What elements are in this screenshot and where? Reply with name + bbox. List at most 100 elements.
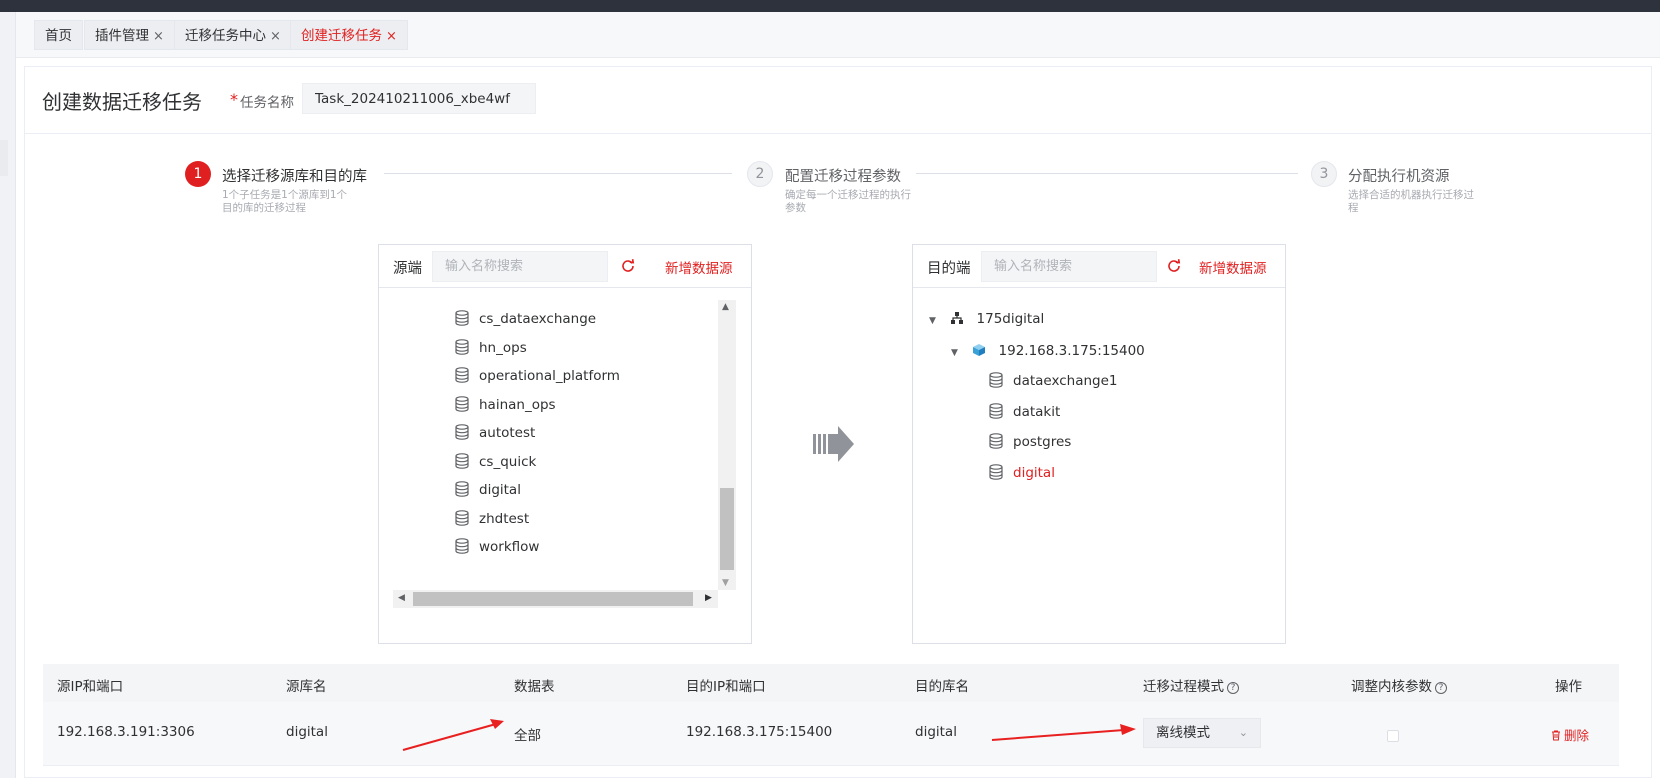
- source-db-item[interactable]: cs_quick: [455, 450, 536, 474]
- col-dst-db: 目的库名: [915, 679, 969, 695]
- horizontal-scrollbar[interactable]: ◀ ▶: [393, 590, 718, 608]
- refresh-icon[interactable]: [619, 255, 637, 277]
- cell-src-db: digital: [286, 724, 328, 740]
- source-search-input[interactable]: [432, 251, 608, 282]
- target-db-item[interactable]: postgres: [989, 430, 1071, 454]
- col-mode-label: 迁移过程模式: [1143, 679, 1224, 695]
- add-datasource-link[interactable]: 新增数据源: [665, 257, 733, 277]
- step-number: 1: [185, 161, 211, 187]
- target-db-item[interactable]: digital: [989, 461, 1055, 485]
- col-dst-ip: 目的IP和端口: [686, 679, 766, 695]
- trash-icon: [1552, 730, 1560, 741]
- tab-plugin-management[interactable]: 插件管理 ×: [84, 20, 175, 50]
- step-description: 1个子任务是1个源库到1个目的库的迁移过程: [222, 189, 348, 214]
- step-description: 确定每一个迁移过程的执行参数: [785, 189, 911, 214]
- tab-bar: 首页 插件管理 × 迁移任务中心 × 创建迁移任务 ×: [16, 12, 1660, 58]
- vertical-scrollbar[interactable]: ▲ ▼: [718, 300, 736, 590]
- help-icon[interactable]: ?: [1435, 682, 1447, 694]
- target-search-input[interactable]: [981, 251, 1157, 282]
- page-title: 创建数据迁移任务: [42, 90, 202, 114]
- db-name: cs_dataexchange: [479, 311, 597, 327]
- database-icon: [989, 402, 1003, 419]
- chevron-down-icon: ⌄: [1238, 726, 1248, 739]
- left-sidebar-edge: [0, 12, 16, 778]
- db-name: cs_quick: [479, 453, 537, 470]
- tree-root-node[interactable]: ▼ 175digital: [929, 307, 1044, 331]
- source-db-item[interactable]: zhdtest: [455, 507, 529, 531]
- scroll-up-icon[interactable]: ▲: [722, 302, 729, 312]
- scroll-left-icon[interactable]: ◀: [398, 593, 405, 603]
- tree-root-icon: [951, 312, 964, 324]
- annotation-arrow: [991, 724, 1136, 741]
- database-icon: [455, 481, 469, 497]
- cell-tables[interactable]: 全部: [514, 724, 541, 744]
- tab-label: 插件管理: [95, 28, 149, 44]
- required-mark: *: [230, 90, 238, 109]
- migration-mode-select[interactable]: 离线模式 ⌄: [1143, 718, 1261, 748]
- tree-instance-label: 192.168.3.175:15400: [998, 343, 1145, 359]
- scrollbar-thumb[interactable]: [413, 592, 693, 606]
- step-title: 分配执行机资源: [1348, 169, 1450, 185]
- database-icon: [989, 372, 1003, 388]
- target-db-item[interactable]: dataexchange1: [989, 369, 1118, 393]
- db-name: datakit: [1013, 403, 1061, 420]
- col-tables: 数据表: [514, 679, 555, 695]
- db-name: hainan_ops: [479, 396, 556, 413]
- source-label: 源端: [393, 261, 422, 277]
- source-db-item[interactable]: operational_platform: [455, 364, 620, 388]
- scroll-right-icon[interactable]: ▶: [705, 593, 712, 603]
- help-icon[interactable]: ?: [1227, 682, 1239, 694]
- col-kernel: 调整内核参数?: [1351, 675, 1447, 695]
- db-name: workflow: [479, 539, 540, 555]
- tab-label: 迁移任务中心: [185, 28, 266, 44]
- refresh-icon[interactable]: [1165, 255, 1183, 277]
- delete-label: 删除: [1564, 728, 1590, 743]
- source-panel: 源端 新增数据源 cs_dataexchange hn_ops operationa…: [378, 244, 752, 644]
- step-number: 2: [747, 161, 773, 187]
- database-icon: [455, 424, 469, 440]
- db-name: digital: [479, 482, 521, 498]
- expand-caret-icon[interactable]: ▼: [929, 316, 936, 326]
- expand-caret-icon[interactable]: ▼: [951, 348, 958, 358]
- cell-dst-db: digital: [915, 724, 957, 740]
- cell-src-ip: 192.168.3.191:3306: [57, 724, 195, 740]
- source-db-item[interactable]: digital: [455, 478, 521, 502]
- tab-label: 创建迁移任务: [301, 28, 382, 44]
- step-title: 选择迁移源库和目的库: [222, 169, 367, 185]
- scroll-down-icon[interactable]: ▼: [722, 578, 729, 588]
- source-db-item[interactable]: hainan_ops: [455, 393, 556, 417]
- sidebar-collapse-handle[interactable]: [0, 140, 8, 176]
- database-icon: [989, 433, 1003, 449]
- step-connector: [916, 173, 1298, 174]
- db-name: dataexchange1: [1013, 373, 1118, 389]
- instance-cube-icon: [973, 344, 986, 356]
- db-name: zhdtest: [479, 510, 530, 527]
- tab-create-migration-task[interactable]: 创建迁移任务 ×: [290, 20, 408, 50]
- target-db-item[interactable]: datakit: [989, 400, 1060, 424]
- db-name: operational_platform: [479, 368, 620, 384]
- target-panel-header: 目的端 新增数据源: [913, 245, 1285, 288]
- kernel-params-checkbox[interactable]: [1387, 730, 1399, 742]
- database-icon: [989, 463, 1003, 480]
- col-mode: 迁移过程模式?: [1143, 675, 1239, 695]
- close-icon[interactable]: ×: [386, 29, 397, 44]
- table-header: 源IP和端口 源库名 数据表 目的IP和端口 目的库名 迁移过程模式? 调整内核…: [43, 664, 1619, 702]
- source-db-item[interactable]: workflow: [455, 535, 539, 559]
- close-icon[interactable]: ×: [270, 29, 281, 44]
- scrollbar-thumb[interactable]: [720, 488, 734, 570]
- cell-dst-ip: 192.168.3.175:15400: [686, 724, 833, 740]
- top-bar: [0, 0, 1660, 12]
- db-name: postgres: [1013, 434, 1072, 450]
- tab-migration-center[interactable]: 迁移任务中心 ×: [174, 20, 292, 50]
- task-name-input[interactable]: [302, 83, 536, 114]
- source-db-item[interactable]: autotest: [455, 421, 535, 445]
- source-db-item[interactable]: cs_dataexchange: [455, 307, 596, 331]
- col-src-ip: 源IP和端口: [57, 679, 124, 695]
- tree-instance-node[interactable]: ▼ 192.168.3.175:15400: [951, 339, 1145, 363]
- close-icon[interactable]: ×: [153, 29, 164, 44]
- add-datasource-link[interactable]: 新增数据源: [1199, 257, 1267, 277]
- delete-button[interactable]: 删除: [1551, 725, 1589, 744]
- database-icon: [455, 452, 469, 469]
- source-db-item[interactable]: hn_ops: [455, 336, 527, 360]
- tab-home[interactable]: 首页: [34, 20, 83, 50]
